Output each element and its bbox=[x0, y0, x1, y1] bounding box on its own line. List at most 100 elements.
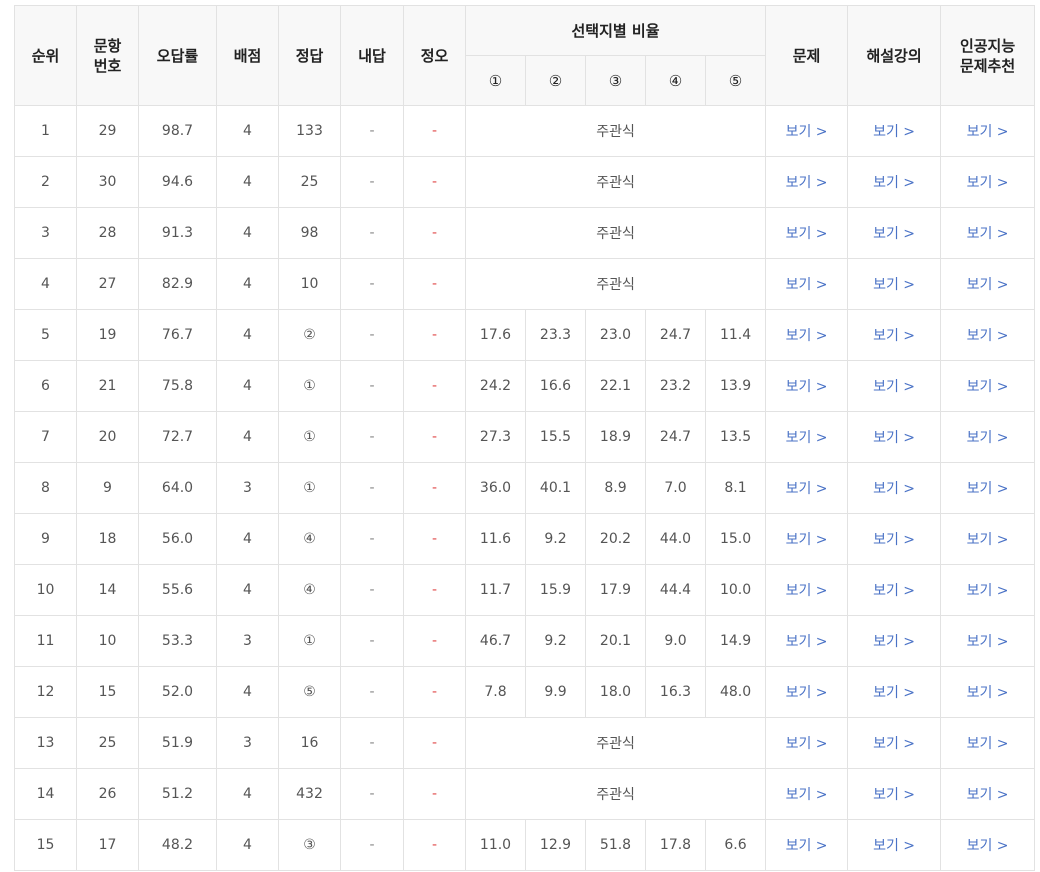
header-qnum-line2: 번호 bbox=[93, 56, 122, 75]
ai-recommend-view-link[interactable]: 보기 > bbox=[940, 462, 1036, 514]
lecture-view-link[interactable]: 보기 > bbox=[847, 819, 942, 871]
cell-choice-ratio-4: 44.0 bbox=[645, 513, 706, 565]
ai-recommend-view-link[interactable]: 보기 > bbox=[940, 615, 1036, 667]
problem-view-link[interactable]: 보기 > bbox=[765, 513, 849, 565]
lecture-view-link[interactable]: 보기 > bbox=[847, 462, 942, 514]
cell-choice-ratio-4: 24.7 bbox=[645, 411, 706, 463]
header-wrong-rate: 오답률 bbox=[138, 5, 217, 106]
cell-wrong-rate: 82.9 bbox=[138, 258, 217, 310]
ai-recommend-view-link[interactable]: 보기 > bbox=[940, 513, 1036, 565]
cell-choice-ratio-2: 40.1 bbox=[525, 462, 586, 514]
cell-choice-ratio-5: 8.1 bbox=[704, 462, 767, 514]
cell-rank: 4 bbox=[14, 258, 77, 310]
problem-view-link[interactable]: 보기 > bbox=[765, 105, 849, 157]
cell-points: 3 bbox=[216, 615, 279, 667]
cell-rank: 12 bbox=[14, 666, 77, 718]
table-row: 14 26 51.2 4 432- - 주관식 보기 > 보기 > 보기 > bbox=[14, 768, 1036, 820]
ai-recommend-view-link[interactable]: 보기 > bbox=[940, 411, 1036, 463]
cell-choice-ratio-2: 16.6 bbox=[525, 360, 586, 412]
cell-correct-wrong: - bbox=[403, 462, 466, 514]
header-problem: 문제 bbox=[765, 5, 849, 106]
cell-answer: 25 bbox=[278, 156, 341, 208]
header-rank: 순위 bbox=[14, 5, 77, 106]
ai-recommend-view-link[interactable]: 보기 > bbox=[940, 156, 1036, 208]
ai-recommend-view-link[interactable]: 보기 > bbox=[940, 105, 1036, 157]
problem-view-link[interactable]: 보기 > bbox=[765, 207, 849, 259]
cell-points: 3 bbox=[216, 462, 279, 514]
ai-recommend-view-link[interactable]: 보기 > bbox=[940, 666, 1036, 718]
cell-wrong-rate: 64.0 bbox=[138, 462, 217, 514]
lecture-view-link[interactable]: 보기 > bbox=[847, 105, 942, 157]
lecture-view-link[interactable]: 보기 > bbox=[847, 258, 942, 310]
problem-view-link[interactable]: 보기 > bbox=[765, 156, 849, 208]
cell-my-answer: - bbox=[340, 564, 404, 616]
cell-wrong-rate: 48.2 bbox=[138, 819, 217, 871]
cell-question-number: 30 bbox=[76, 156, 139, 208]
cell-points: 4 bbox=[216, 768, 279, 820]
cell-wrong-rate: 76.7 bbox=[138, 309, 217, 361]
ai-recommend-view-link[interactable]: 보기 > bbox=[940, 564, 1036, 616]
table-row: 13 25 51.9 3 16- - 주관식 보기 > 보기 > 보기 > bbox=[14, 717, 1036, 769]
cell-question-number: 15 bbox=[76, 666, 139, 718]
cell-points: 4 bbox=[216, 360, 279, 412]
cell-correct-wrong: - bbox=[403, 156, 466, 208]
cell-rank: 2 bbox=[14, 156, 77, 208]
ai-recommend-view-link[interactable]: 보기 > bbox=[940, 258, 1036, 310]
cell-choice-ratio-1: 11.6 bbox=[465, 513, 526, 565]
lecture-view-link[interactable]: 보기 > bbox=[847, 615, 942, 667]
lecture-view-link[interactable]: 보기 > bbox=[847, 513, 942, 565]
cell-my-answer: - bbox=[340, 258, 404, 310]
cell-wrong-rate: 91.3 bbox=[138, 207, 217, 259]
cell-choice-ratio-4: 17.8 bbox=[645, 819, 706, 871]
lecture-view-link[interactable]: 보기 > bbox=[847, 411, 942, 463]
problem-view-link[interactable]: 보기 > bbox=[765, 564, 849, 616]
ai-recommend-view-link[interactable]: 보기 > bbox=[940, 768, 1036, 820]
problem-view-link[interactable]: 보기 > bbox=[765, 768, 849, 820]
lecture-view-link[interactable]: 보기 > bbox=[847, 309, 942, 361]
lecture-view-link[interactable]: 보기 > bbox=[847, 360, 942, 412]
cell-choice-ratio-2: 12.9 bbox=[525, 819, 586, 871]
ai-recommend-view-link[interactable]: 보기 > bbox=[940, 717, 1036, 769]
cell-answer: ③ bbox=[278, 819, 341, 871]
cell-question-number: 29 bbox=[76, 105, 139, 157]
header-ai-line2: 문제추천 bbox=[959, 56, 1016, 75]
cell-wrong-rate: 55.6 bbox=[138, 564, 217, 616]
cell-rank: 7 bbox=[14, 411, 77, 463]
header-answer: 정답 bbox=[278, 5, 341, 106]
cell-rank: 3 bbox=[14, 207, 77, 259]
problem-view-link[interactable]: 보기 > bbox=[765, 666, 849, 718]
lecture-view-link[interactable]: 보기 > bbox=[847, 666, 942, 718]
problem-view-link[interactable]: 보기 > bbox=[765, 411, 849, 463]
header-ai-recommend: 인공지능 문제추천 bbox=[940, 5, 1036, 106]
cell-question-number: 20 bbox=[76, 411, 139, 463]
problem-view-link[interactable]: 보기 > bbox=[765, 615, 849, 667]
problem-view-link[interactable]: 보기 > bbox=[765, 819, 849, 871]
lecture-view-link[interactable]: 보기 > bbox=[847, 207, 942, 259]
cell-choice-ratio-5: 10.0 bbox=[704, 564, 767, 616]
lecture-view-link[interactable]: 보기 > bbox=[847, 717, 942, 769]
table-header: 순위 문항 번호 오답률 배점 정답 내답 정오 선택지별 비율 문제 해설강의 … bbox=[14, 5, 1036, 106]
problem-view-link[interactable]: 보기 > bbox=[765, 309, 849, 361]
cell-rank: 9 bbox=[14, 513, 77, 565]
problem-view-link[interactable]: 보기 > bbox=[765, 717, 849, 769]
ai-recommend-view-link[interactable]: 보기 > bbox=[940, 360, 1036, 412]
cell-choice-ratio-1: 27.3 bbox=[465, 411, 526, 463]
problem-view-link[interactable]: 보기 > bbox=[765, 360, 849, 412]
lecture-view-link[interactable]: 보기 > bbox=[847, 564, 942, 616]
cell-question-number: 26 bbox=[76, 768, 139, 820]
cell-choice-ratio-2: 9.9 bbox=[525, 666, 586, 718]
cell-answer: ① bbox=[278, 411, 341, 463]
header-choice-4: ④ bbox=[645, 55, 706, 106]
ai-recommend-view-link[interactable]: 보기 > bbox=[940, 309, 1036, 361]
cell-rank: 10 bbox=[14, 564, 77, 616]
problem-view-link[interactable]: 보기 > bbox=[765, 462, 849, 514]
cell-choice-ratio-5: 6.6 bbox=[704, 819, 767, 871]
wrong-rate-table: 순위 문항 번호 오답률 배점 정답 내답 정오 선택지별 비율 문제 해설강의 … bbox=[14, 5, 1036, 871]
cell-wrong-rate: 94.6 bbox=[138, 156, 217, 208]
cell-choice-ratio-2: 9.2 bbox=[525, 513, 586, 565]
ai-recommend-view-link[interactable]: 보기 > bbox=[940, 207, 1036, 259]
lecture-view-link[interactable]: 보기 > bbox=[847, 156, 942, 208]
ai-recommend-view-link[interactable]: 보기 > bbox=[940, 819, 1036, 871]
lecture-view-link[interactable]: 보기 > bbox=[847, 768, 942, 820]
problem-view-link[interactable]: 보기 > bbox=[765, 258, 849, 310]
